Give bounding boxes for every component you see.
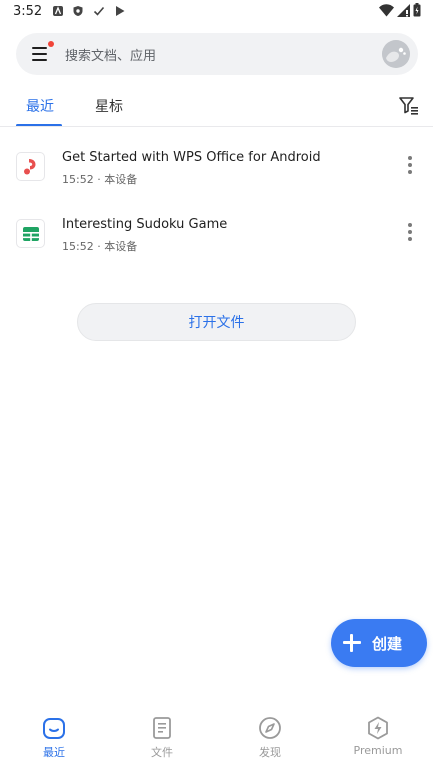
menu-button[interactable] xyxy=(30,41,54,64)
play-store-icon xyxy=(116,6,125,16)
tab-divider xyxy=(0,126,433,127)
wifi-icon xyxy=(379,3,394,17)
file-name: Interesting Sudoku Game xyxy=(62,217,228,232)
status-bar: 3:52 xyxy=(0,0,433,24)
bottom-nav: 最近 文件 发现 Premium xyxy=(0,705,433,769)
signal-icon xyxy=(397,3,410,17)
tab-starred[interactable]: 星标 xyxy=(95,96,123,116)
status-time: 3:52 xyxy=(13,4,43,19)
plus-icon xyxy=(343,634,361,652)
create-button[interactable]: 创建 xyxy=(331,619,427,667)
open-file-button[interactable]: 打开文件 xyxy=(77,303,356,341)
nav-label: 文件 xyxy=(151,746,173,759)
search-bar[interactable]: 搜索文档、应用 xyxy=(16,33,418,75)
nav-label: 最近 xyxy=(43,746,65,759)
notification-dot xyxy=(48,41,54,47)
compass-icon xyxy=(259,717,281,739)
shield-icon xyxy=(73,6,83,16)
avatar[interactable] xyxy=(382,40,410,68)
file-meta: 15:52 · 本设备 xyxy=(62,240,138,253)
more-options-icon[interactable] xyxy=(407,222,413,242)
nav-item-recent[interactable]: 最近 xyxy=(0,705,108,769)
nav-item-files[interactable]: 文件 xyxy=(108,705,216,769)
document-icon xyxy=(153,717,171,739)
recent-icon xyxy=(43,718,65,739)
avatar-icon xyxy=(382,40,410,68)
nav-item-premium[interactable]: Premium xyxy=(324,705,432,769)
file-item[interactable]: Interesting Sudoku Game 15:52 · 本设备 xyxy=(0,217,433,279)
create-button-label: 创建 xyxy=(372,635,403,653)
file-name: Get Started with WPS Office for Android xyxy=(62,150,321,165)
search-input[interactable]: 搜索文档、应用 xyxy=(65,45,156,64)
notification-icon xyxy=(53,6,63,16)
status-right xyxy=(379,3,421,17)
more-options-icon[interactable] xyxy=(407,155,413,175)
file-meta: 15:52 · 本设备 xyxy=(62,173,138,186)
nav-item-discover[interactable]: 发现 xyxy=(216,705,324,769)
pdf-icon xyxy=(16,152,45,181)
nav-label: 发现 xyxy=(259,746,281,759)
lightning-icon xyxy=(368,716,388,740)
spreadsheet-icon xyxy=(16,219,45,248)
battery-icon xyxy=(413,3,421,17)
check-icon xyxy=(93,6,105,16)
filter-icon[interactable] xyxy=(399,96,419,116)
tab-recent[interactable]: 最近 xyxy=(26,96,54,116)
file-item[interactable]: Get Started with WPS Office for Android … xyxy=(0,150,433,212)
nav-label: Premium xyxy=(353,744,403,757)
